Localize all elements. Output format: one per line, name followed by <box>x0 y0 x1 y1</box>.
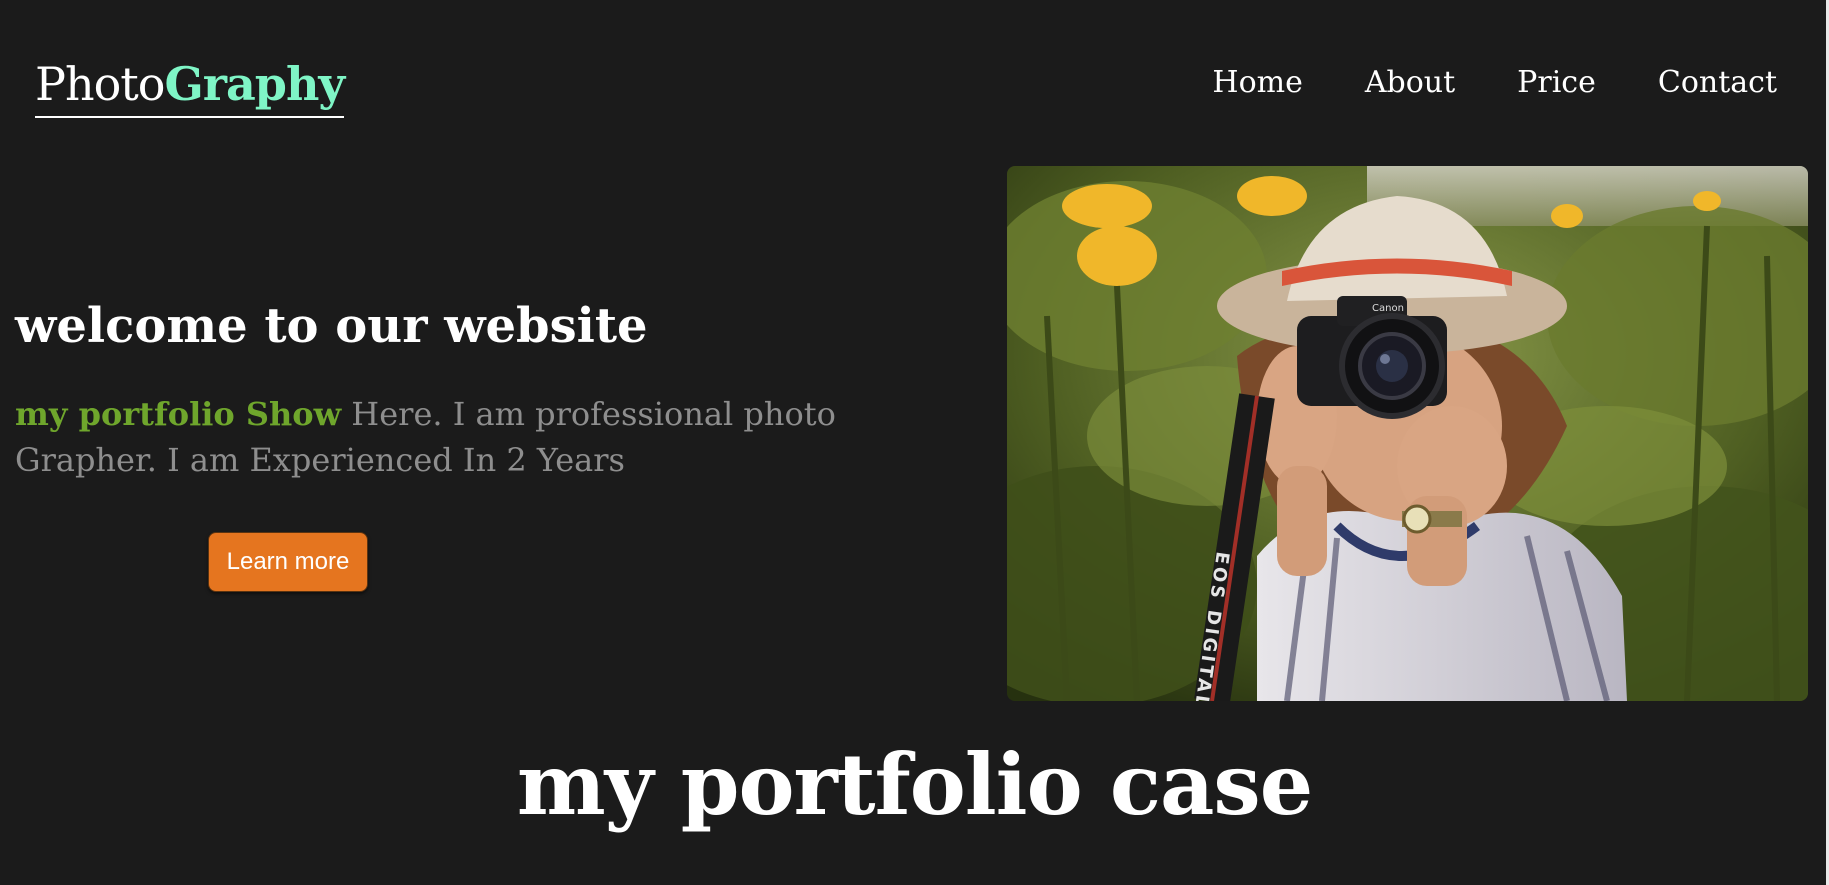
hero-description: my portfolio Show Here. I am professiona… <box>15 391 950 483</box>
learn-more-button[interactable]: Learn more <box>208 532 368 592</box>
hero-title: welcome to our website <box>15 298 648 354</box>
nav-link-price[interactable]: Price <box>1517 60 1596 106</box>
hero-description-accent: my portfolio Show <box>15 395 342 433</box>
site-logo[interactable]: PhotoGraphy <box>35 52 345 118</box>
photographer-illustration: Canon EOS DIGITAL <box>1007 166 1808 701</box>
portfolio-title: my portfolio case <box>516 735 1313 834</box>
nav-link-home[interactable]: Home <box>1212 60 1302 106</box>
nav-link-about[interactable]: About <box>1365 60 1455 106</box>
main-nav: Home About Price Contact <box>1150 60 1777 106</box>
logo-text-photo: Photo <box>35 57 165 111</box>
logo-text-graphy: Graphy <box>164 57 345 111</box>
hero-photo: Canon EOS DIGITAL <box>1007 166 1808 701</box>
camera-brand-label: Canon <box>1372 303 1404 314</box>
nav-link-contact[interactable]: Contact <box>1658 60 1777 106</box>
